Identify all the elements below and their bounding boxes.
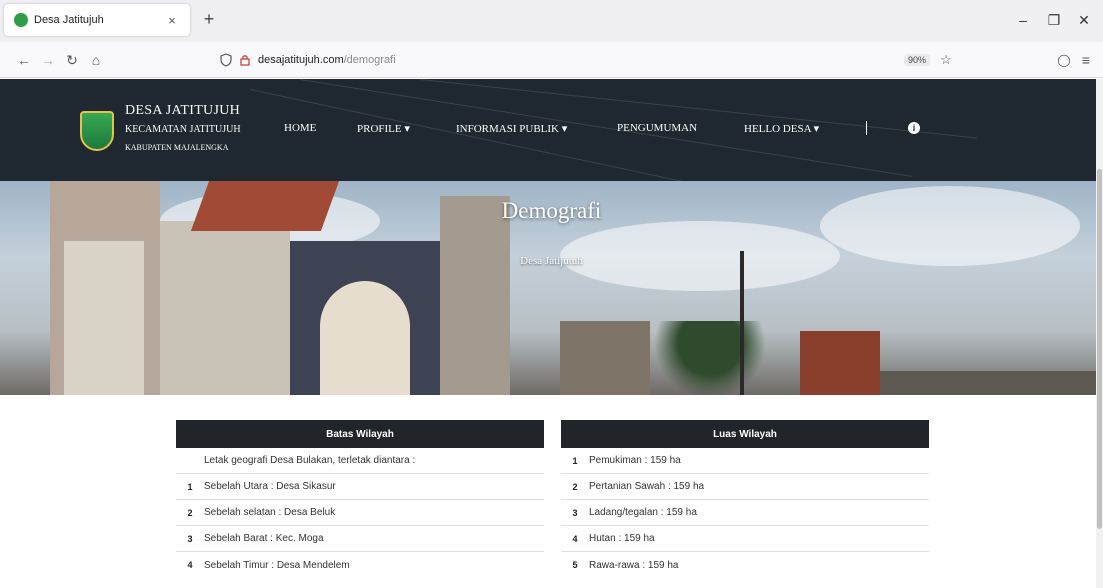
row-text: Pemukiman : 159 ha	[589, 455, 681, 466]
lock-icon[interactable]	[240, 54, 250, 66]
row-number: 5	[572, 560, 578, 570]
new-tab-button[interactable]: +	[198, 9, 220, 31]
nav-divider	[866, 121, 867, 135]
zoom-indicator[interactable]: 90%	[904, 54, 931, 66]
nav-home[interactable]: HOME	[284, 122, 316, 134]
table-row: 2 Pertanian Sawah : 159 ha	[561, 474, 929, 500]
hero-banner: Demografi Desa Jatijutuh	[0, 181, 1103, 395]
brand-subtitle: KECAMATAN JATITUJUH	[125, 124, 241, 135]
row-text: Sebelah Utara : Desa Sikasur	[204, 481, 336, 492]
table-row: 2 Sebelah selatan : Desa Beluk	[176, 500, 544, 526]
page-subtitle: Desa Jatijutuh	[520, 255, 583, 267]
pocket-icon[interactable]: ◯	[1054, 50, 1074, 70]
back-icon[interactable]: ←	[14, 50, 34, 70]
table-row: Letak geografi Desa Bulakan, terletak di…	[176, 448, 544, 474]
nav-profile[interactable]: PROFILE ▾	[357, 122, 410, 135]
star-icon[interactable]: ☆	[936, 50, 956, 70]
luas-wilayah-header: Luas Wilayah	[561, 420, 929, 448]
url-path: /demografi	[343, 54, 396, 66]
batas-wilayah-table: Batas Wilayah Letak geografi Desa Bulaka…	[176, 420, 544, 578]
row-text: Rawa-rawa : 159 ha	[589, 559, 679, 571]
luas-wilayah-table: Luas Wilayah 1 Pemukiman : 159 ha 2 Pert…	[561, 420, 929, 578]
row-text: Sebelah selatan : Desa Beluk	[204, 507, 336, 518]
brand-region: KABUPATEN MAJALENGKA	[125, 143, 229, 152]
table-row: 5 Rawa-rawa : 159 ha	[561, 552, 929, 578]
shield-icon[interactable]	[220, 53, 232, 67]
row-text: Hutan : 159 ha	[589, 533, 655, 544]
row-number: 4	[187, 560, 193, 570]
row-text: Sebelah Barat : Kec. Moga	[204, 533, 324, 544]
table-row: 3 Sebelah Barat : Kec. Moga	[176, 526, 544, 552]
url-host: desajatitujuh.com	[258, 54, 344, 66]
info-icon[interactable]: i	[908, 122, 920, 134]
row-number: 3	[187, 533, 193, 544]
browser-tab-bar: Desa Jatitujuh × + – ❐ ✕	[0, 0, 1103, 42]
window-close-icon[interactable]: ✕	[1073, 10, 1095, 30]
table-row: 1 Sebelah Utara : Desa Sikasur	[176, 474, 544, 500]
brand-title[interactable]: DESA JATITUJUH	[125, 103, 240, 119]
row-number: 2	[572, 481, 578, 492]
site-header: DESA JATITUJUH KECAMATAN JATITUJUH KABUP…	[0, 79, 1103, 181]
scrollbar-thumb[interactable]	[1097, 169, 1102, 529]
row-number: 1	[572, 455, 578, 466]
nav-hello-desa[interactable]: HELLO DESA ▾	[744, 122, 819, 135]
table-row: 4 Sebelah Timur : Desa Mendelem	[176, 552, 544, 578]
maximize-icon[interactable]: ❐	[1043, 10, 1065, 30]
batas-wilayah-header: Batas Wilayah	[176, 420, 544, 448]
row-number: 4	[572, 533, 578, 544]
row-number: 2	[187, 507, 193, 518]
row-text: Ladang/tegalan : 159 ha	[589, 507, 697, 518]
nav-informasi-publik[interactable]: INFORMASI PUBLIK ▾	[456, 122, 567, 135]
forward-icon[interactable]: →	[38, 50, 58, 70]
row-text: Pertanian Sawah : 159 ha	[589, 481, 705, 492]
row-text: Sebelah Timur : Desa Mendelem	[204, 559, 350, 571]
reload-icon[interactable]: ↻	[62, 50, 82, 70]
browser-toolbar: ← → ↻ ⌂ desajatitujuh.com/demografi 90% …	[0, 42, 1103, 78]
minimize-icon[interactable]: –	[1012, 10, 1034, 30]
page-scrollbar[interactable]	[1096, 79, 1103, 588]
row-text: Letak geografi Desa Bulakan, terletak di…	[204, 455, 416, 466]
table-row: 4 Hutan : 159 ha	[561, 526, 929, 552]
row-number: 1	[187, 481, 193, 492]
page-title: Demografi	[501, 198, 602, 223]
tab-title: Desa Jatitujuh	[34, 14, 104, 26]
table-row: 3 Ladang/tegalan : 159 ha	[561, 500, 929, 526]
address-bar[interactable]: desajatitujuh.com/demografi	[212, 47, 952, 73]
browser-tab[interactable]: Desa Jatitujuh ×	[4, 4, 190, 36]
nav-pengumuman[interactable]: PENGUMUMAN	[617, 122, 697, 134]
row-number: 3	[572, 507, 578, 518]
village-logo-icon[interactable]	[80, 111, 114, 151]
site-favicon-icon	[14, 13, 28, 27]
menu-icon[interactable]: ≡	[1076, 50, 1096, 70]
home-icon[interactable]: ⌂	[86, 50, 106, 70]
table-row: 1 Pemukiman : 159 ha	[561, 448, 929, 474]
close-tab-icon[interactable]: ×	[164, 13, 180, 28]
